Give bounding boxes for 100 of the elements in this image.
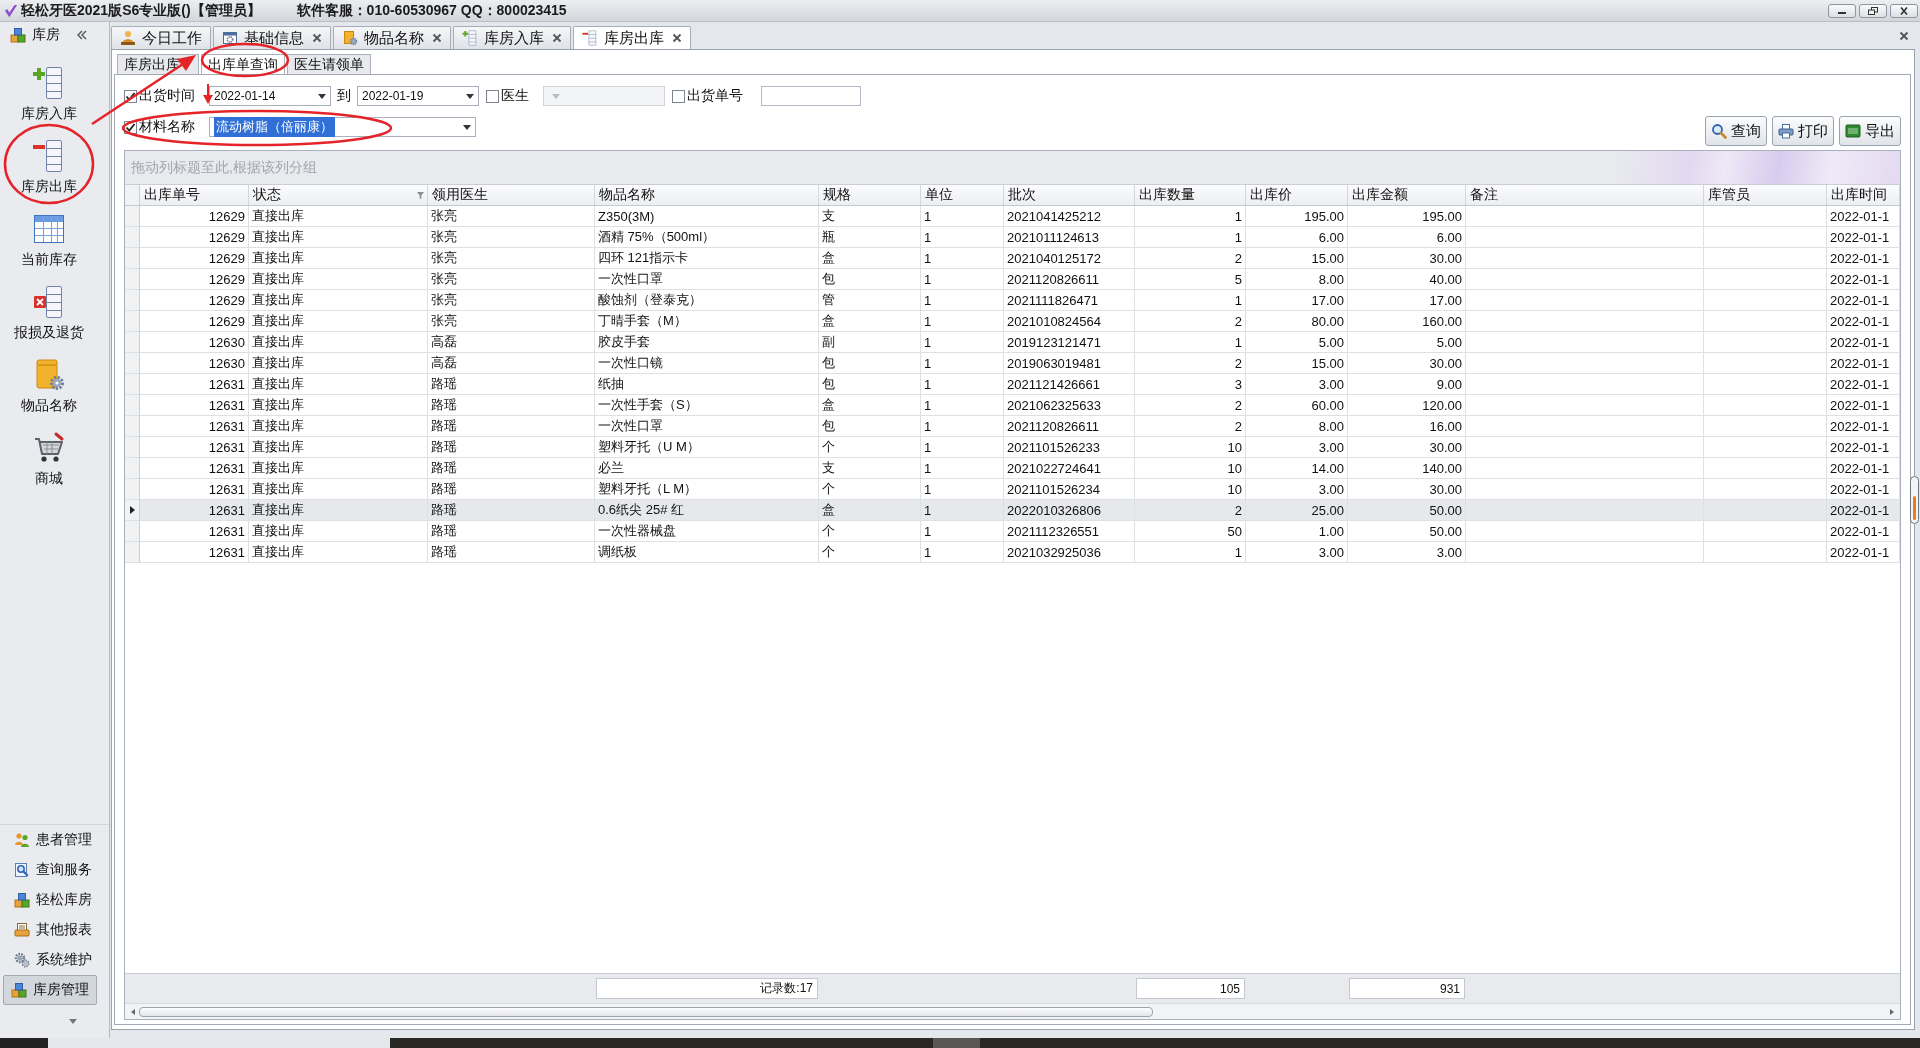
table-cell: 50.00 (1348, 521, 1466, 542)
date-picker[interactable]: 2022-01-19 (357, 86, 479, 106)
table-cell: 2022-01-1 (1827, 269, 1900, 290)
table-cell: 6.00 (1246, 227, 1348, 248)
close-icon[interactable] (432, 33, 442, 43)
table-cell: 1 (921, 500, 1004, 521)
table-row[interactable]: 12630 直接出库 高磊 一次性口镜 包 1 2019063019481 2 15.00 30.00 2022-01-1 (125, 353, 1900, 374)
date-picker[interactable]: 2022-01-14 (209, 86, 331, 106)
table-row[interactable]: 12631 直接出库 路瑶 塑料牙托（U M） 个 1 2021101526233 10 3.00 30.00 2022-01-1 (125, 437, 1900, 458)
collapse-icon[interactable] (77, 30, 87, 40)
export-button[interactable]: 导出 (1839, 116, 1901, 146)
nav-item[interactable]: 患者管理 (3, 825, 97, 855)
tab[interactable]: 今日工作 (111, 26, 211, 49)
column-header[interactable]: 单位 (921, 185, 1004, 205)
close-icon[interactable] (672, 33, 682, 43)
column-header[interactable]: 物品名称 (595, 185, 819, 205)
close-icon[interactable] (1899, 30, 1909, 41)
current-row-icon (129, 506, 135, 514)
table-cell: 直接出库 (249, 521, 428, 542)
printer-icon (14, 922, 30, 938)
table-cell: 张亮 (428, 269, 595, 290)
tab[interactable]: 物品名称 (333, 26, 451, 49)
table-row[interactable]: 12630 直接出库 高磊 胶皮手套 副 1 2019123121471 1 5.00 5.00 2022-01-1 (125, 332, 1900, 353)
table-cell: 50.00 (1348, 500, 1466, 521)
tab[interactable]: 库房入库 (453, 26, 571, 49)
sidebar-item[interactable]: 库房出库 (0, 139, 97, 212)
table-row[interactable]: 12629 直接出库 张亮 一次性口罩 包 1 2021120826611 5 8.00 40.00 2022-01-1 (125, 269, 1900, 290)
left-arrow-icon[interactable] (131, 1008, 135, 1015)
close-button[interactable] (1890, 3, 1918, 18)
sidebar-item[interactable]: 物品名称 (0, 358, 97, 431)
checkbox[interactable] (672, 89, 685, 103)
table-cell: 120.00 (1348, 395, 1466, 416)
tab[interactable]: 基础信息 (213, 26, 331, 49)
close-icon[interactable] (552, 33, 562, 43)
right-arrow-icon[interactable] (1890, 1008, 1894, 1015)
column-header[interactable]: 出库数量 (1135, 185, 1246, 205)
checkbox-label[interactable]: 出货单号 (687, 87, 743, 105)
nav-item[interactable]: 轻松库房 (3, 885, 97, 915)
column-header[interactable]: 出库价 (1246, 185, 1348, 205)
table-cell: 12629 (140, 248, 249, 269)
table-row[interactable]: 12631 直接出库 路瑶 一次性手套（S） 盒 1 2021062325633 2 60.00 120.00 2022-01-1 (125, 395, 1900, 416)
search-button[interactable]: 查询 (1705, 116, 1767, 146)
table-cell: 酸蚀剂（登泰克） (595, 290, 819, 311)
tab[interactable]: 医生请领单 (287, 54, 371, 74)
column-header[interactable]: 库管员 (1704, 185, 1827, 205)
table-cell: 2 (1135, 311, 1246, 332)
restore-button[interactable] (1859, 3, 1887, 18)
table-cell: 25.00 (1246, 500, 1348, 521)
table-row[interactable]: 12629 直接出库 张亮 酸蚀剂（登泰克） 管 1 2021111826471 1 17.00 17.00 2022-01-1 (125, 290, 1900, 311)
table-row[interactable]: 12629 直接出库 张亮 丁晴手套（M） 盒 1 2021010824564 2 80.00 160.00 2022-01-1 (125, 311, 1900, 332)
table-row[interactable]: 12631 直接出库 路瑶 一次性器械盘 个 1 2021112326551 50 1.00 50.00 2022-01-1 (125, 521, 1900, 542)
column-header[interactable]: 状态 (249, 185, 428, 205)
scrollbar-thumb[interactable] (1910, 476, 1919, 524)
sidebar-item[interactable]: 商城 (0, 431, 97, 504)
table-row[interactable]: 12631 直接出库 路瑶 调纸板 个 1 2021032925036 1 3.00 3.00 2022-01-1 (125, 542, 1900, 563)
table-cell: 2022-01-1 (1827, 500, 1900, 521)
row-selector[interactable] (125, 500, 140, 521)
table-cell: 1 (1135, 206, 1246, 227)
table-cell: 一次性口罩 (595, 416, 819, 437)
table-cell: 1 (921, 416, 1004, 437)
column-header[interactable]: 批次 (1004, 185, 1135, 205)
scrollbar-thumb[interactable] (139, 1006, 1153, 1017)
column-header[interactable]: 出库时间 (1827, 185, 1900, 205)
column-header[interactable]: 出库单号 (140, 185, 249, 205)
sidebar-item[interactable]: 当前库存 (0, 212, 97, 285)
input-field[interactable] (761, 86, 861, 106)
table-row[interactable]: 12631 直接出库 路瑶 一次性口罩 包 1 2021120826611 2 8.00 16.00 2022-01-1 (125, 416, 1900, 437)
checkbox-label[interactable]: 材料名称 (139, 118, 195, 136)
nav-item[interactable]: 系统维护 (3, 945, 97, 975)
table-row[interactable]: 12631 直接出库 路瑶 0.6纸尖 25# 红 盒 1 2022010326806 2 25.00 50.00 2022-01-1 (125, 500, 1900, 521)
close-icon[interactable] (312, 33, 322, 43)
table-cell: 6.00 (1348, 227, 1466, 248)
table-cell: 2022-01-1 (1827, 332, 1900, 353)
tab[interactable]: 出库单查询 (201, 54, 285, 74)
dropdown[interactable]: 流动树脂（倍丽康） (209, 117, 476, 137)
checkbox-label[interactable]: 出货时间 (139, 87, 195, 105)
print-button[interactable]: 打印 (1772, 116, 1834, 146)
nav-item[interactable]: 其他报表 (3, 915, 97, 945)
table-cell: 12631 (140, 458, 249, 479)
table-row[interactable]: 12629 直接出库 张亮 酒精 75%（500ml） 瓶 1 2021011124613 1 6.00 6.00 2022-01-1 (125, 227, 1900, 248)
table-cell: 直接出库 (249, 542, 428, 563)
sidebar-item[interactable]: 报损及退货 (0, 285, 97, 358)
caret-icon[interactable] (68, 1019, 77, 1024)
horizontal-scrollbar[interactable] (125, 1003, 1900, 1019)
table-row[interactable]: 12631 直接出库 路瑶 必兰 支 1 2021022724641 10 14.00 140.00 2022-01-1 (125, 458, 1900, 479)
sidebar-item[interactable]: 库房入库 (0, 66, 97, 139)
minimize-button[interactable] (1828, 3, 1856, 18)
nav-item[interactable]: 库房管理 (3, 975, 97, 1005)
column-header[interactable]: 领用医生 (428, 185, 595, 205)
column-header[interactable]: 规格 (819, 185, 921, 205)
table-cell: 1 (921, 248, 1004, 269)
column-header[interactable]: 备注 (1466, 185, 1704, 205)
tab[interactable]: 库房出库 (573, 26, 691, 49)
filter-icon[interactable] (417, 191, 424, 199)
nav-item[interactable]: 查询服务 (3, 855, 97, 885)
table-row[interactable]: 12629 直接出库 张亮 Z350(3M) 支 1 2021041425212 1 195.00 195.00 2022-01-1 (125, 206, 1900, 227)
table-row[interactable]: 12629 直接出库 张亮 四环 121指示卡 盒 1 2021040125172 2 15.00 30.00 2022-01-1 (125, 248, 1900, 269)
table-row[interactable]: 12631 直接出库 路瑶 纸抽 包 1 2021121426661 3 3.00 9.00 2022-01-1 (125, 374, 1900, 395)
table-cell: 9.00 (1348, 374, 1466, 395)
column-header[interactable]: 出库金额 (1348, 185, 1466, 205)
